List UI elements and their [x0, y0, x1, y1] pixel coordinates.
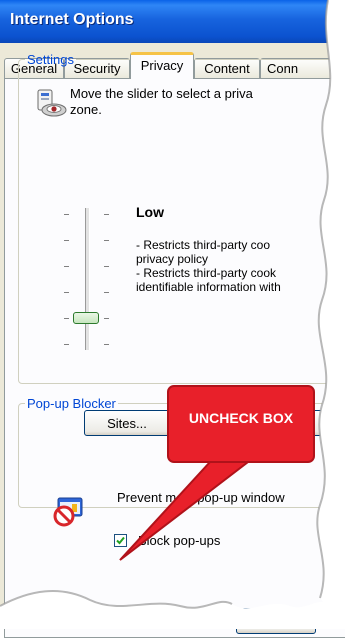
- slider-track: [85, 208, 90, 350]
- ok-button[interactable]: OK: [236, 608, 316, 634]
- slider-tick: [64, 318, 69, 319]
- settings-legend: Settings: [27, 52, 74, 67]
- slider-tick: [64, 266, 69, 267]
- callout-label: UNCHECK BOX: [188, 410, 294, 426]
- popup-blocker-icon: [53, 497, 83, 527]
- window-title: Internet Options: [10, 11, 134, 28]
- slider-tick: [104, 214, 109, 215]
- internet-options-window: Internet Options General Security Privac…: [0, 0, 345, 638]
- settings-description: Move the slider to select a priva zone.: [70, 86, 253, 117]
- title-bar[interactable]: Internet Options: [0, 0, 345, 43]
- block-popups-label[interactable]: Block pop-ups: [138, 533, 220, 548]
- slider-thumb[interactable]: [73, 312, 99, 324]
- privacy-settings-icon: [37, 89, 67, 117]
- slider-tick: [104, 266, 109, 267]
- popup-blocker-legend: Pop-up Blocker: [27, 396, 116, 411]
- privacy-level-description: - Restricts third-party coo privacy poli…: [136, 238, 281, 294]
- popup-blocker-description: Prevent most pop-up window: [117, 490, 285, 505]
- slider-tick: [64, 344, 69, 345]
- privacy-level-title: Low: [136, 204, 164, 220]
- privacy-level-slider[interactable]: [56, 208, 116, 350]
- block-popups-checkbox[interactable]: [114, 534, 127, 547]
- slider-tick: [64, 240, 69, 241]
- slider-tick: [64, 214, 69, 215]
- slider-tick: [104, 344, 109, 345]
- slider-tick: [104, 240, 109, 241]
- slider-tick: [104, 292, 109, 293]
- checkmark-icon: [116, 536, 125, 545]
- slider-tick: [64, 292, 69, 293]
- slider-tick: [104, 318, 109, 319]
- tab-privacy[interactable]: Privacy: [130, 52, 194, 79]
